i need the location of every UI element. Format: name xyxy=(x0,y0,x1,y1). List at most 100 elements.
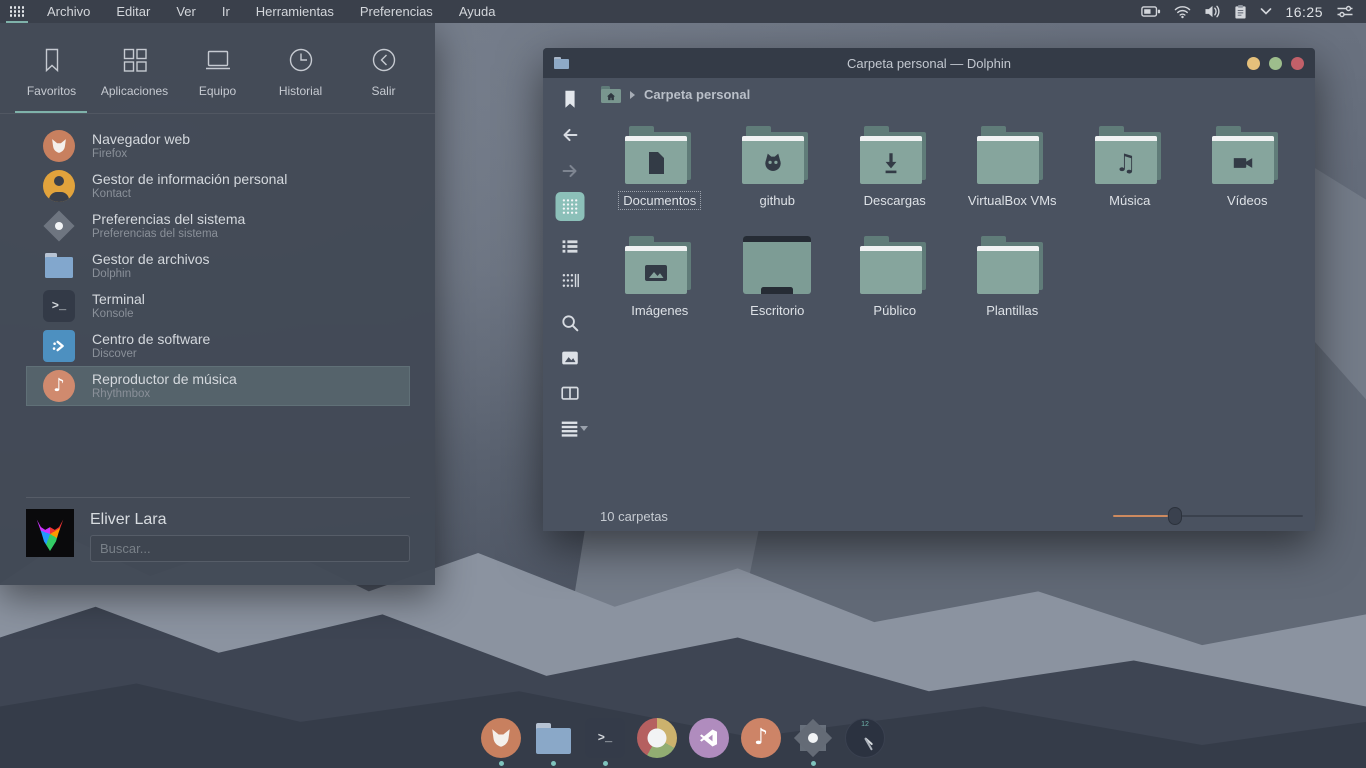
list-view-button[interactable] xyxy=(560,236,581,257)
menu-archivo[interactable]: Archivo xyxy=(34,4,103,19)
menu-preferencias[interactable]: Preferencias xyxy=(347,4,446,19)
folder-icon xyxy=(859,236,931,294)
folder-label: Público xyxy=(868,301,921,320)
tab-label: Equipo xyxy=(199,84,236,98)
folder-label: Imágenes xyxy=(626,301,693,320)
folder-imagenes[interactable]: Imágenes xyxy=(601,236,719,337)
menu-ayuda[interactable]: Ayuda xyxy=(446,4,509,19)
app-item-dolphin[interactable]: Gestor de archivos Dolphin xyxy=(26,246,410,286)
app-subtitle: Konsole xyxy=(92,308,145,322)
minimize-button[interactable] xyxy=(1247,57,1260,70)
wifi-icon[interactable] xyxy=(1174,4,1191,19)
breadcrumb-chevron-icon xyxy=(630,91,635,99)
application-launcher-panel: Favoritos Aplicaciones Equipo Historial xyxy=(0,23,435,585)
dock-clock-widget[interactable]: 12 xyxy=(845,718,885,766)
tab-label: Aplicaciones xyxy=(101,84,168,98)
folder-escritorio[interactable]: Escritorio xyxy=(719,236,837,337)
laptop-icon xyxy=(203,45,233,75)
dock-vscode[interactable] xyxy=(689,718,729,766)
breadcrumb-label[interactable]: Carpeta personal xyxy=(644,87,750,102)
chevron-down-icon[interactable] xyxy=(1260,7,1272,16)
launcher-tabs: Favoritos Aplicaciones Equipo Historial xyxy=(0,23,435,113)
dock-firefox[interactable] xyxy=(481,718,521,766)
folder-icon xyxy=(741,126,813,184)
compact-view-button[interactable] xyxy=(560,270,581,291)
dock-chromium[interactable] xyxy=(637,718,677,766)
dock-terminal[interactable]: >_ xyxy=(585,718,625,766)
app-item-konsole[interactable]: >_ Terminal Konsole xyxy=(26,286,410,326)
folder-virtualbox-vms[interactable]: VirtualBox VMs xyxy=(954,126,1072,227)
file-manager-icon xyxy=(533,718,573,758)
app-item-rhythmbox[interactable]: ♪ Reproductor de música Rhythmbox xyxy=(26,366,410,406)
slider-knob[interactable] xyxy=(1168,507,1182,525)
window-folder-icon xyxy=(554,57,570,70)
system-settings-icon xyxy=(793,718,833,758)
dolphin-toolbar xyxy=(543,78,597,531)
tray-clock[interactable]: 16:25 xyxy=(1285,4,1323,20)
tab-historial[interactable]: Historial xyxy=(259,35,342,113)
folder-musica[interactable]: ♫ Música xyxy=(1071,126,1189,227)
folder-videos[interactable]: Vídeos xyxy=(1189,126,1307,227)
window-title: Carpeta personal — Dolphin xyxy=(543,56,1315,71)
bookmark-button[interactable] xyxy=(559,88,581,110)
folder-icon xyxy=(976,236,1048,294)
tab-favoritos[interactable]: Favoritos xyxy=(10,35,93,113)
forward-arrow-icon xyxy=(559,160,581,182)
maximize-button[interactable] xyxy=(1269,57,1282,70)
dock-file-manager[interactable] xyxy=(533,718,573,766)
tab-aplicaciones[interactable]: Aplicaciones xyxy=(93,35,176,113)
folder-publico[interactable]: Público xyxy=(836,236,954,337)
app-title: Gestor de información personal xyxy=(92,171,287,188)
dock-system-settings[interactable] xyxy=(793,718,833,766)
tab-label: Favoritos xyxy=(27,84,76,98)
back-button[interactable] xyxy=(559,124,581,146)
battery-icon[interactable] xyxy=(1141,4,1161,19)
tweaks-icon[interactable] xyxy=(1336,4,1354,19)
search-input[interactable] xyxy=(90,535,410,562)
forward-button[interactable] xyxy=(559,160,581,182)
icons-view-button[interactable] xyxy=(556,192,585,221)
user-avatar[interactable] xyxy=(26,509,74,557)
dolphin-icon xyxy=(43,250,75,282)
app-grid-icon xyxy=(10,6,24,17)
download-glyph-icon xyxy=(860,141,922,184)
app-title: Reproductor de música xyxy=(92,371,237,388)
discover-icon xyxy=(43,330,75,362)
app-item-system-settings[interactable]: Preferencias del sistema Preferencias de… xyxy=(26,206,410,246)
rhythmbox-icon: ♪ xyxy=(741,718,781,758)
folder-icon xyxy=(624,126,696,184)
folder-plantillas[interactable]: Plantillas xyxy=(954,236,1072,337)
konsole-icon: >_ xyxy=(43,290,75,322)
app-item-firefox[interactable]: Navegador web Firefox xyxy=(26,126,410,166)
volume-icon[interactable] xyxy=(1204,4,1221,19)
tab-salir[interactable]: Salir xyxy=(342,35,425,113)
window-titlebar[interactable]: Carpeta personal — Dolphin xyxy=(543,48,1315,78)
tab-equipo[interactable]: Equipo xyxy=(176,35,259,113)
app-title: Terminal xyxy=(92,291,145,308)
menu-ir[interactable]: Ir xyxy=(209,4,243,19)
app-item-kontact[interactable]: Gestor de información personal Kontact xyxy=(26,166,410,206)
split-view-button[interactable] xyxy=(559,382,581,404)
icons-view-icon xyxy=(560,196,581,217)
preview-button[interactable] xyxy=(559,347,581,369)
clipboard-icon[interactable] xyxy=(1234,4,1247,19)
app-grid-button[interactable] xyxy=(0,0,34,23)
music-glyph-icon: ♫ xyxy=(1095,141,1157,184)
search-button[interactable] xyxy=(559,312,581,334)
menu-button[interactable] xyxy=(559,417,581,439)
zoom-slider[interactable] xyxy=(1113,506,1303,526)
menu-ver[interactable]: Ver xyxy=(163,4,209,19)
menubar-items: Archivo Editar Ver Ir Herramientas Prefe… xyxy=(34,4,508,19)
bookmark-icon xyxy=(37,45,67,75)
menu-editar[interactable]: Editar xyxy=(103,4,163,19)
app-item-discover[interactable]: Centro de software Discover xyxy=(26,326,410,366)
dock-rhythmbox[interactable]: ♪ xyxy=(741,718,781,766)
folder-descargas[interactable]: Descargas xyxy=(836,126,954,227)
list-view-icon xyxy=(560,236,581,257)
close-button[interactable] xyxy=(1291,57,1304,70)
folder-icon xyxy=(976,126,1048,184)
folder-documentos[interactable]: Documentos xyxy=(601,126,719,227)
folder-github[interactable]: github xyxy=(719,126,837,227)
home-folder-icon[interactable] xyxy=(601,86,621,103)
menu-herramientas[interactable]: Herramientas xyxy=(243,4,347,19)
